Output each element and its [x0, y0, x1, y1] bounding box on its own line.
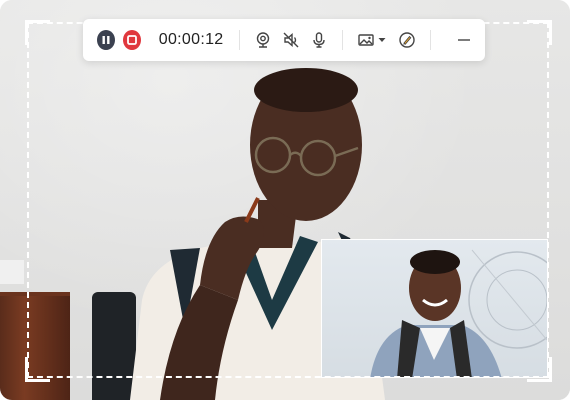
annotate-button[interactable]: [398, 30, 416, 50]
speaker-muted-icon: [283, 32, 299, 48]
toolbar-divider: [239, 30, 241, 50]
toolbar-divider: [430, 30, 432, 50]
pen-annotate-icon: [399, 32, 415, 48]
microphone-toggle-button[interactable]: [310, 30, 328, 50]
screenshot-options-dropdown[interactable]: [377, 30, 386, 50]
minimize-icon: [458, 39, 471, 41]
recording-area: 00:00:12: [0, 0, 570, 400]
screenshot-icon: [358, 34, 374, 46]
minimize-button[interactable]: [455, 30, 473, 50]
resize-handle-top-right[interactable]: [527, 20, 552, 45]
stop-button[interactable]: [122, 30, 141, 50]
system-audio-toggle-button[interactable]: [282, 30, 300, 50]
toolbar-divider: [342, 30, 344, 50]
webcam-icon: [257, 32, 270, 48]
chevron-down-icon: [378, 38, 386, 42]
recording-toolbar: 00:00:12: [83, 19, 485, 61]
microphone-icon: [313, 32, 326, 48]
capture-region-frame[interactable]: [27, 22, 549, 378]
screenshot-button[interactable]: [357, 30, 375, 50]
resize-handle-bottom-left[interactable]: [25, 357, 50, 382]
stop-icon: [126, 35, 137, 45]
pause-icon: [102, 36, 110, 44]
webcam-toggle-button[interactable]: [254, 30, 272, 50]
recording-timer: 00:00:12: [158, 31, 224, 48]
pause-button[interactable]: [97, 30, 115, 50]
resize-handle-top-left[interactable]: [25, 20, 50, 45]
resize-handle-bottom-right[interactable]: [527, 357, 552, 382]
